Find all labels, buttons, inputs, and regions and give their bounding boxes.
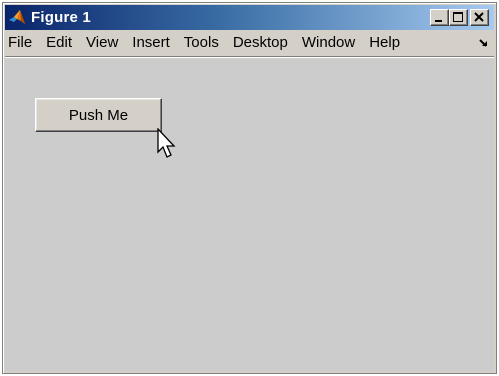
menu-file[interactable]: File [5, 31, 39, 55]
menu-help[interactable]: Help [362, 31, 407, 55]
push-me-button[interactable]: Push Me [35, 98, 162, 132]
figure-canvas: Push Me [5, 59, 494, 371]
menu-tools[interactable]: Tools [177, 31, 226, 55]
dock-figure-button[interactable] [474, 31, 494, 55]
menu-insert[interactable]: Insert [125, 31, 177, 55]
menu-desktop[interactable]: Desktop [226, 31, 295, 55]
matlab-logo-icon [9, 10, 25, 24]
figure-window: Figure 1 File Edit View Insert Tools Des… [2, 2, 497, 374]
dock-arrow-icon [479, 39, 487, 47]
close-button[interactable] [470, 9, 489, 26]
close-icon [474, 12, 484, 22]
window-title: Figure 1 [31, 9, 91, 26]
minimize-icon [435, 20, 442, 22]
menu-bar: File Edit View Insert Tools Desktop Wind… [5, 31, 494, 55]
minimize-button[interactable] [430, 9, 449, 26]
maximize-icon [453, 12, 463, 22]
title-bar[interactable]: Figure 1 [5, 5, 494, 30]
menu-window[interactable]: Window [295, 31, 362, 55]
menu-separator [5, 56, 494, 58]
menu-view[interactable]: View [79, 31, 125, 55]
menu-edit[interactable]: Edit [39, 31, 79, 55]
maximize-button[interactable] [449, 9, 468, 26]
